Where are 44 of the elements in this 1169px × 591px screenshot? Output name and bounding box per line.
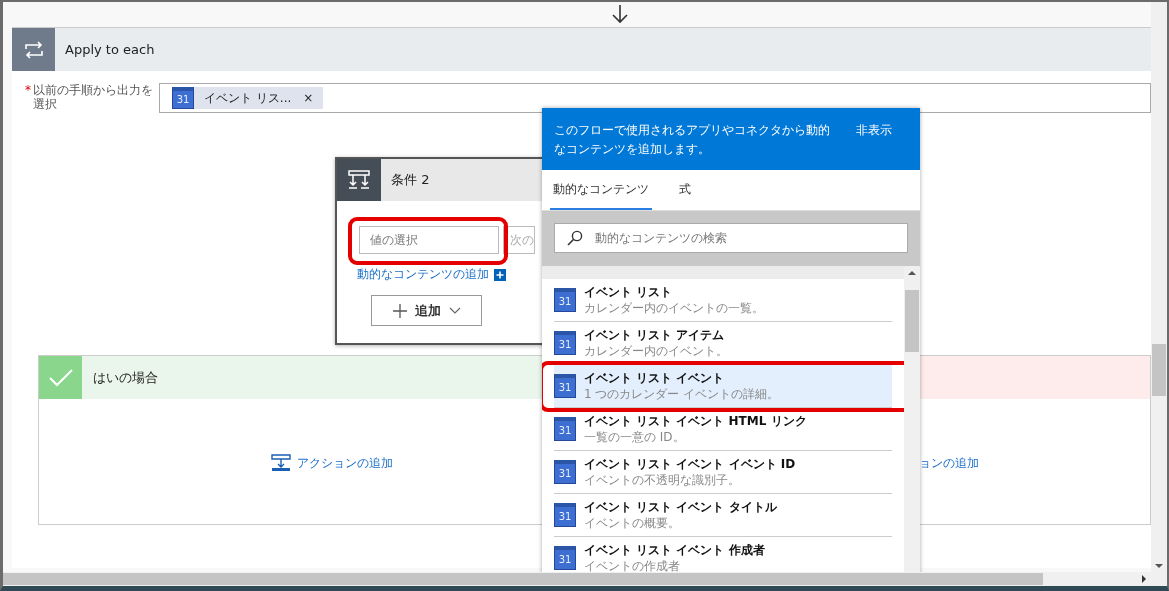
search-icon xyxy=(567,230,583,246)
hide-link[interactable]: 非表示 xyxy=(856,121,892,170)
branch-title: はいの場合 xyxy=(93,368,158,387)
calendar-icon: 31 xyxy=(554,503,576,527)
down-arrow-icon xyxy=(612,4,628,24)
calendar-icon: 31 xyxy=(554,288,576,312)
calendar-icon: 31 xyxy=(554,331,576,355)
panel-description: このフローで使用されるアプリやコネクタから動的なコンテンツを追加します。 xyxy=(554,122,831,158)
scroll-up-icon[interactable] xyxy=(908,270,916,276)
list-item[interactable]: 31 イベント リスト イベント イベント ID イベントの不透明な識別子。 xyxy=(554,451,892,494)
list-item[interactable]: 31 イベント リスト イベント 1 つのカレンダー イベントの詳細。 xyxy=(554,365,892,408)
calendar-icon: 31 xyxy=(554,374,576,398)
add-dynamic-content-link[interactable]: 動的なコンテンツの追加 xyxy=(357,266,489,283)
list-item[interactable]: 31 イベント リスト カレンダー内のイベントの一覧。 xyxy=(554,279,892,322)
add-action-link[interactable]: アクションの追加 xyxy=(271,454,393,472)
scroll-thumb[interactable] xyxy=(905,290,919,352)
search-field[interactable]: 動的なコンテンツの検索 xyxy=(554,223,908,253)
plus-icon xyxy=(392,303,407,318)
card-title: 条件 2 xyxy=(391,171,430,189)
chevron-down-icon xyxy=(448,306,461,315)
add-button[interactable]: 追加 xyxy=(371,295,482,326)
scroll-thumb[interactable] xyxy=(3,573,1043,585)
add-action-link[interactable]: ョンの追加 xyxy=(919,454,979,472)
scroll-down-icon[interactable] xyxy=(1155,563,1163,569)
plus-icon[interactable] xyxy=(494,268,506,281)
card-title: Apply to each xyxy=(65,42,155,57)
calendar-icon: 31 xyxy=(554,546,576,570)
scrollbar[interactable] xyxy=(1151,2,1167,572)
calendar-icon: 31 xyxy=(554,460,576,484)
scroll-thumb[interactable] xyxy=(1152,344,1166,396)
add-action-icon xyxy=(271,454,291,472)
token-chip[interactable]: 31 イベント リス... × xyxy=(172,87,324,109)
tab[interactable]: 式 xyxy=(676,170,694,210)
scrollbar[interactable] xyxy=(904,266,920,572)
scrollbar[interactable] xyxy=(3,572,1151,586)
remove-button[interactable]: × xyxy=(303,91,314,105)
list-item[interactable]: 31 イベント リスト イベント HTML リンク 一覧の一意の ID。 xyxy=(554,408,892,451)
scroll-right-icon[interactable] xyxy=(1141,575,1147,583)
value-field[interactable]: 値の選択 xyxy=(359,226,499,254)
calendar-icon: 31 xyxy=(172,87,194,109)
required-mark: * xyxy=(25,83,31,99)
field-label: 以前の手順から出力を選択 xyxy=(33,83,153,113)
calendar-icon: 31 xyxy=(554,417,576,441)
list-item[interactable]: 31 イベント リスト イベント タイトル イベントの概要。 xyxy=(554,494,892,537)
